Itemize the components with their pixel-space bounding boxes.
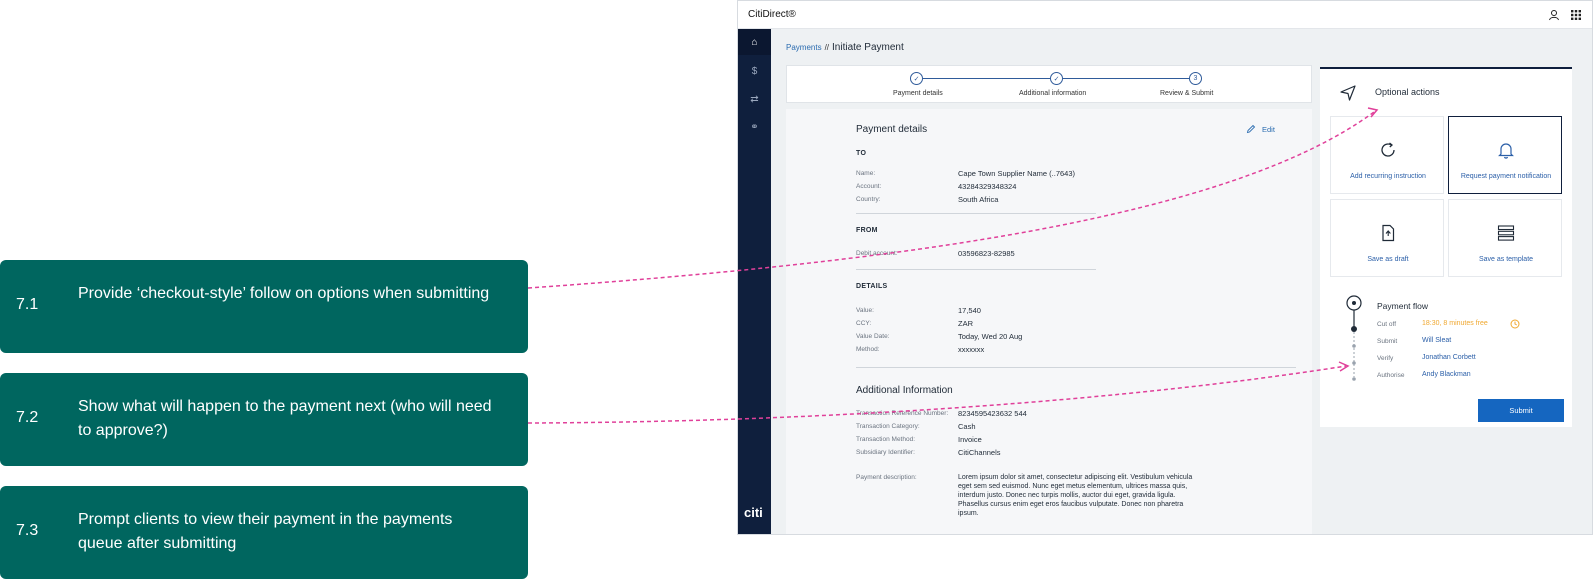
brand-name: CitiDirect® <box>748 9 796 20</box>
step-2-check-icon: ✓ <box>1050 72 1063 85</box>
field-label: Payment description: <box>856 474 917 481</box>
callout-number: 7.2 <box>16 409 39 426</box>
section-heading-additional: Additional Information <box>856 385 953 396</box>
field-value: ZAR <box>958 319 973 328</box>
breadcrumb-separator: // <box>824 43 830 52</box>
clock-icon <box>1510 319 1520 329</box>
step-connector <box>923 78 1050 79</box>
optional-actions-panel: Optional actions Add recurring instructi… <box>1320 67 1572 427</box>
payment-flow-timeline <box>1346 295 1362 381</box>
navigation-arrow-icon <box>1340 85 1356 101</box>
add-recurring-instruction-tile[interactable]: Add recurring instruction <box>1330 116 1444 194</box>
progress-stepper: ✓ ✓ 3 Payment details Additional informa… <box>786 65 1312 103</box>
field-label: Country: <box>856 196 881 203</box>
field-value: Today, Wed 20 Aug <box>958 332 1023 341</box>
step-label: Review & Submit <box>1160 90 1214 97</box>
callout-7-1: 7.1 Provide ‘checkout-style’ follow on o… <box>0 260 528 353</box>
divider <box>856 269 1096 270</box>
divider <box>856 367 1296 368</box>
flow-person[interactable]: Will Sleat <box>1422 337 1451 344</box>
step-label[interactable]: Additional information <box>1019 90 1086 97</box>
payment-flow-title: Payment flow <box>1377 301 1429 311</box>
sidebar: ⌂ $ ⇄ ⚭ citi <box>738 29 771 534</box>
field-label: Subsidiary Identifier: <box>856 449 915 456</box>
link-icon[interactable]: ⚭ <box>738 114 771 140</box>
optional-actions-title: Optional actions <box>1375 87 1440 97</box>
field-label: Transaction Reference Number: <box>856 410 949 417</box>
divider <box>856 213 1096 214</box>
field-value: 8234595423632 544 <box>958 409 1027 418</box>
document-icon <box>1382 224 1395 242</box>
flow-person[interactable]: Andy Blackman <box>1422 371 1471 378</box>
field-label: Value: <box>856 307 874 314</box>
tile-label: Request payment notification <box>1460 173 1552 180</box>
section-heading-to: TO <box>856 150 867 157</box>
field-label: Debit account: <box>856 250 898 257</box>
field-value: 43284329348324 <box>958 182 1017 191</box>
field-label: Method: <box>856 346 880 353</box>
field-label: Value Date: <box>856 333 890 340</box>
home-icon[interactable]: ⌂ <box>738 29 771 55</box>
field-value: Cash <box>958 422 976 431</box>
pencil-icon[interactable] <box>1246 124 1256 134</box>
field-label: Transaction Method: <box>856 436 916 443</box>
apps-grid-icon[interactable] <box>1570 9 1582 21</box>
field-value: Cape Town Supplier Name (..7643) <box>958 169 1076 178</box>
field-value: CitiChannels <box>958 448 1001 457</box>
field-value: 17,540 <box>958 306 981 315</box>
breadcrumb: Payments//Initiate Payment <box>786 42 904 53</box>
template-icon <box>1497 225 1515 241</box>
tile-label: Add recurring instruction <box>1350 173 1426 180</box>
payment-details-card: Payment details Edit TO Name: Cape Town … <box>786 109 1312 534</box>
step-3-number: 3 <box>1189 72 1202 85</box>
flow-label: Verify <box>1377 355 1394 362</box>
tile-label: Save as template <box>1478 256 1534 263</box>
top-bar: CitiDirect® <box>738 1 1592 29</box>
submit-button[interactable]: Submit <box>1478 399 1564 422</box>
citi-logo: citi <box>744 505 763 520</box>
flow-label: Authorise <box>1377 372 1405 379</box>
request-payment-notification-tile[interactable]: Request payment notification <box>1448 116 1562 194</box>
flow-person[interactable]: Jonathan Corbett <box>1422 354 1476 361</box>
section-heading-details: DETAILS <box>856 283 888 290</box>
section-heading-from: FROM <box>856 227 878 234</box>
field-value: South Africa <box>958 195 999 204</box>
save-as-template-tile[interactable]: Save as template <box>1448 199 1562 277</box>
refresh-icon <box>1381 142 1395 157</box>
transfer-icon[interactable]: ⇄ <box>738 86 771 112</box>
field-value: xxxxxxx <box>958 345 985 354</box>
field-label: Transaction Category: <box>856 423 920 430</box>
step-label[interactable]: Payment details <box>893 90 943 97</box>
callout-text: Prompt clients to view their payment in … <box>78 511 453 552</box>
field-label: Name: <box>856 170 876 177</box>
callout-number: 7.1 <box>16 296 39 313</box>
field-value: Invoice <box>958 435 982 444</box>
field-label: CCY: <box>856 320 872 327</box>
field-value: 03596823-82985 <box>958 249 1015 258</box>
payment-description: Lorem ipsum dolor sit amet, consectetur … <box>958 474 1193 517</box>
save-as-draft-tile[interactable]: Save as draft <box>1330 199 1444 277</box>
bell-icon <box>1498 143 1514 159</box>
edit-link[interactable]: Edit <box>1262 125 1275 134</box>
callout-7-3: 7.3 Prompt clients to view their payment… <box>0 486 528 579</box>
dollar-icon[interactable]: $ <box>738 58 771 84</box>
breadcrumb-link-payments[interactable]: Payments <box>786 43 822 52</box>
flow-label: Submit <box>1377 338 1398 345</box>
callout-text: Show what will happen to the payment nex… <box>78 398 492 439</box>
callout-7-2: 7.2 Show what will happen to the payment… <box>0 373 528 466</box>
callout-number: 7.3 <box>16 522 39 539</box>
cutoff-time: 18:30, 8 minutes free <box>1422 320 1488 327</box>
user-icon[interactable] <box>1548 9 1560 21</box>
app-window: CitiDirect® ⌂ $ ⇄ ⚭ citi Payments//Initi… <box>737 0 1593 535</box>
step-1-check-icon: ✓ <box>910 72 923 85</box>
details-title: Payment details <box>856 124 928 135</box>
field-label: Account: <box>856 183 882 190</box>
step-connector <box>1063 78 1189 79</box>
callout-text: Provide ‘checkout-style’ follow on optio… <box>78 285 490 302</box>
page-title: Initiate Payment <box>832 42 904 53</box>
tile-label: Save as draft <box>1367 256 1409 263</box>
flow-label: Cut off <box>1377 321 1397 328</box>
